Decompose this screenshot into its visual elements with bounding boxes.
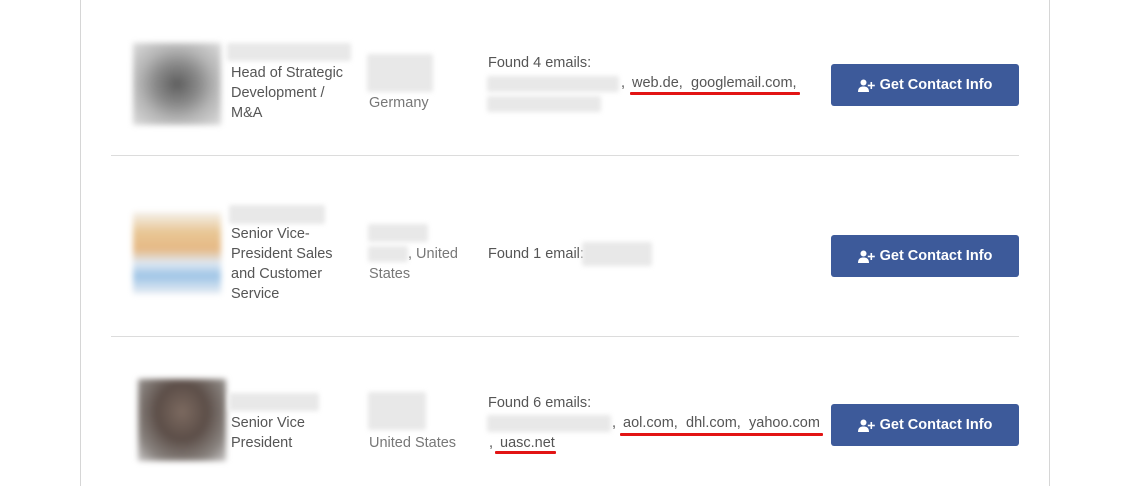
job-title: Senior Vice- President Sales and Custome… — [231, 226, 333, 302]
avatar — [133, 212, 221, 294]
email-domain: aol.com, — [623, 415, 678, 431]
redacted-email — [487, 76, 619, 92]
redacted-email — [487, 415, 611, 432]
get-contact-info-button[interactable]: Get Contact Info — [831, 404, 1019, 446]
row-divider — [111, 336, 1019, 337]
user-plus-icon — [857, 79, 875, 92]
redacted-name — [227, 43, 351, 61]
row-divider — [111, 155, 1019, 156]
email-domain: web.de, — [632, 75, 683, 91]
redacted-name — [229, 205, 325, 224]
red-underline — [620, 433, 823, 436]
comma: , — [489, 435, 494, 451]
red-underline — [495, 451, 556, 454]
found-emails-label: Found 1 email: — [488, 246, 584, 262]
redacted-location — [367, 54, 433, 92]
email-domain: uasc.net — [500, 435, 555, 451]
email-domain: dhl.com, — [686, 415, 741, 431]
redacted-location — [368, 224, 428, 242]
redacted-email — [582, 242, 652, 266]
user-plus-icon — [857, 250, 875, 263]
button-label: Get Contact Info — [879, 77, 993, 93]
avatar — [138, 379, 226, 461]
user-plus-icon — [857, 419, 875, 432]
location: United States — [369, 435, 457, 451]
email-domain: googlemail.com, — [691, 75, 797, 91]
redacted-location — [368, 246, 408, 262]
button-label: Get Contact Info — [879, 248, 993, 264]
job-title: Senior Vice President — [231, 415, 305, 451]
location: States — [369, 266, 411, 282]
location: Germany — [369, 95, 429, 111]
red-underline — [630, 92, 800, 95]
get-contact-info-button[interactable]: Get Contact Info — [831, 64, 1019, 106]
comma: , — [612, 415, 617, 431]
location: , United — [408, 246, 458, 262]
comma: , — [621, 75, 626, 91]
redacted-name — [229, 393, 319, 411]
redacted-email — [487, 96, 601, 112]
get-contact-info-button[interactable]: Get Contact Info — [831, 235, 1019, 277]
found-emails-label: Found 6 emails: — [488, 395, 592, 411]
job-title: Head of Strategic Development / M&A — [231, 65, 344, 121]
button-label: Get Contact Info — [879, 417, 993, 433]
email-domain: yahoo.com — [749, 415, 820, 431]
found-emails-label: Found 4 emails: — [488, 55, 592, 71]
avatar — [133, 43, 221, 125]
redacted-location — [368, 392, 426, 430]
